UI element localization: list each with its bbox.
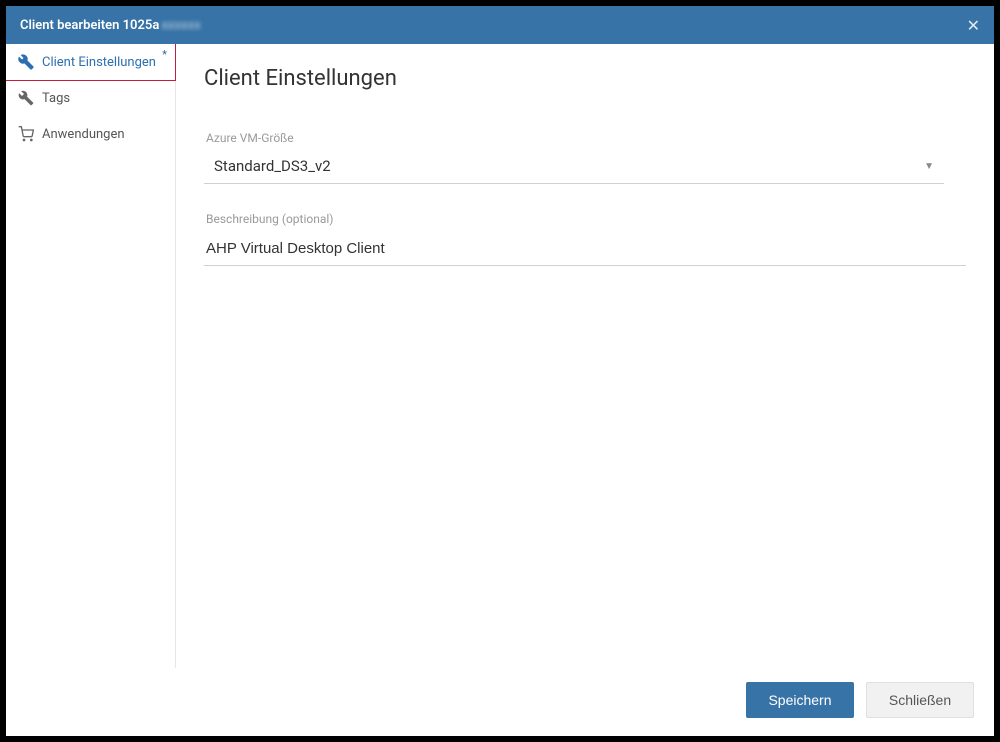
sidebar-item-applications[interactable]: Anwendungen xyxy=(6,116,175,152)
vm-size-label: Azure VM-Größe xyxy=(204,131,966,145)
dialog-title-blurred: xxxxxx xyxy=(161,18,200,33)
vm-size-field-group: Azure VM-Größe Standard_DS3_v2 ▼ xyxy=(204,131,966,184)
sidebar-item-client-settings[interactable]: Client Einstellungen * xyxy=(6,44,176,81)
cart-icon xyxy=(18,126,34,142)
description-field-group: Beschreibung (optional) xyxy=(204,212,966,266)
sidebar-item-tags[interactable]: Tags xyxy=(6,80,175,116)
wrench-icon xyxy=(18,54,34,70)
vm-size-value: Standard_DS3_v2 xyxy=(214,157,331,175)
description-input[interactable] xyxy=(206,240,964,257)
vm-size-select[interactable]: Standard_DS3_v2 ▼ xyxy=(204,151,944,184)
content-area: Client Einstellungen Azure VM-Größe Stan… xyxy=(176,44,994,668)
save-button[interactable]: Speichern xyxy=(746,682,854,718)
sidebar: Client Einstellungen * Tags Anwendungen xyxy=(6,44,176,668)
dialog-title-text: Client bearbeiten 1025a xyxy=(20,18,159,33)
dialog-title: Client bearbeiten 1025axxxxxx xyxy=(20,18,201,33)
modified-indicator: * xyxy=(162,48,167,61)
description-label: Beschreibung (optional) xyxy=(204,212,966,226)
sidebar-item-label: Anwendungen xyxy=(42,127,125,142)
dialog-header: Client bearbeiten 1025axxxxxx ✕ xyxy=(6,6,994,44)
description-field-wrapper xyxy=(204,232,966,266)
close-button[interactable]: Schließen xyxy=(866,682,974,718)
dialog-body: Client Einstellungen * Tags Anwendungen … xyxy=(6,44,994,668)
wrench-icon xyxy=(18,90,34,106)
chevron-down-icon: ▼ xyxy=(924,161,934,172)
edit-client-dialog: Client bearbeiten 1025axxxxxx ✕ Client E… xyxy=(6,6,994,736)
dialog-footer: Speichern Schließen xyxy=(6,668,994,736)
page-title: Client Einstellungen xyxy=(204,66,966,91)
sidebar-item-label: Tags xyxy=(42,91,70,106)
sidebar-item-label: Client Einstellungen xyxy=(42,55,156,70)
close-icon[interactable]: ✕ xyxy=(967,16,980,35)
